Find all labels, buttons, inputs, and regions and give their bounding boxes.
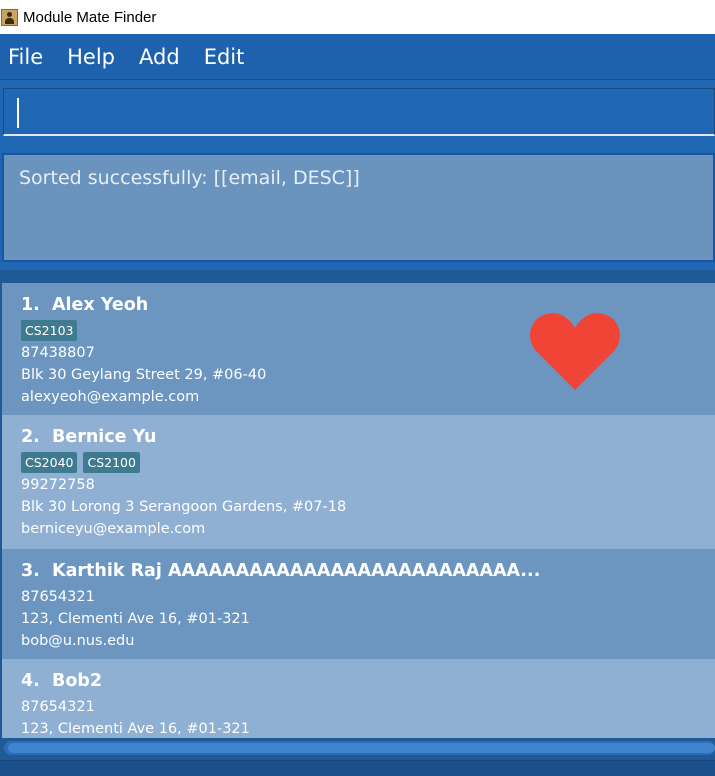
person-address: Blk 30 Lorong 3 Serangoon Gardens, #07-1… — [21, 499, 347, 515]
module-tag: CS2040 — [21, 452, 78, 473]
person-phone: 87654321 — [21, 589, 95, 605]
heart-icon — [530, 313, 620, 390]
text-caret — [17, 98, 19, 128]
result-area: Sorted successfully: [[email, DESC]] — [0, 146, 715, 270]
person-address: 123, Clementi Ave 16, #01-321 — [21, 721, 250, 737]
command-area — [0, 80, 715, 146]
person-phone: 99272758 — [21, 477, 95, 493]
menu-file[interactable]: File — [0, 34, 55, 80]
module-tag: CS2103 — [21, 320, 78, 341]
person-phone: 87654321 — [21, 699, 95, 715]
result-display: Sorted successfully: [[email, DESC]] — [2, 153, 715, 262]
menu-edit[interactable]: Edit — [192, 34, 257, 80]
person-list[interactable]: 1. Alex Yeoh CS2103 87438807 Blk 30 Geyl… — [2, 283, 715, 738]
person-name: 2. Bernice Yu — [21, 427, 157, 447]
person-name: 3. Karthik Raj AAAAAAAAAAAAAAAAAAAAAAAAA… — [21, 561, 541, 581]
person-name: 4. Bob2 — [21, 671, 103, 691]
person-address: 123, Clementi Ave 16, #01-321 — [21, 611, 250, 627]
status-bar — [0, 760, 715, 776]
horizontal-scrollbar[interactable] — [0, 738, 715, 760]
person-card[interactable]: 3. Karthik Raj AAAAAAAAAAAAAAAAAAAAAAAAA… — [2, 549, 715, 659]
result-message: Sorted successfully: [[email, DESC]] — [19, 167, 360, 189]
person-card[interactable]: 1. Alex Yeoh CS2103 87438807 Blk 30 Geyl… — [2, 283, 715, 415]
command-input[interactable] — [3, 88, 715, 136]
person-email: bob@u.nus.edu — [21, 633, 135, 649]
person-card[interactable]: 2. Bernice Yu CS2040 CS2100 99272758 Blk… — [2, 415, 715, 549]
module-tag: CS2100 — [83, 452, 140, 473]
scrollbar-track[interactable] — [4, 741, 715, 755]
title-bar: Module Mate Finder — [0, 0, 715, 34]
scrollbar-thumb[interactable] — [8, 743, 715, 753]
menu-help[interactable]: Help — [55, 34, 127, 80]
menu-add[interactable]: Add — [127, 34, 192, 80]
tag-list: CS2040 CS2100 — [21, 452, 715, 473]
person-list-panel: 1. Alex Yeoh CS2103 87438807 Blk 30 Geyl… — [0, 270, 715, 760]
person-card[interactable]: 4. Bob2 87654321 123, Clementi Ave 16, #… — [2, 659, 715, 738]
window-title: Module Mate Finder — [23, 8, 157, 26]
person-email: berniceyu@example.com — [21, 521, 206, 537]
menu-bar: File Help Add Edit — [0, 34, 715, 80]
address-book-icon — [1, 8, 18, 26]
